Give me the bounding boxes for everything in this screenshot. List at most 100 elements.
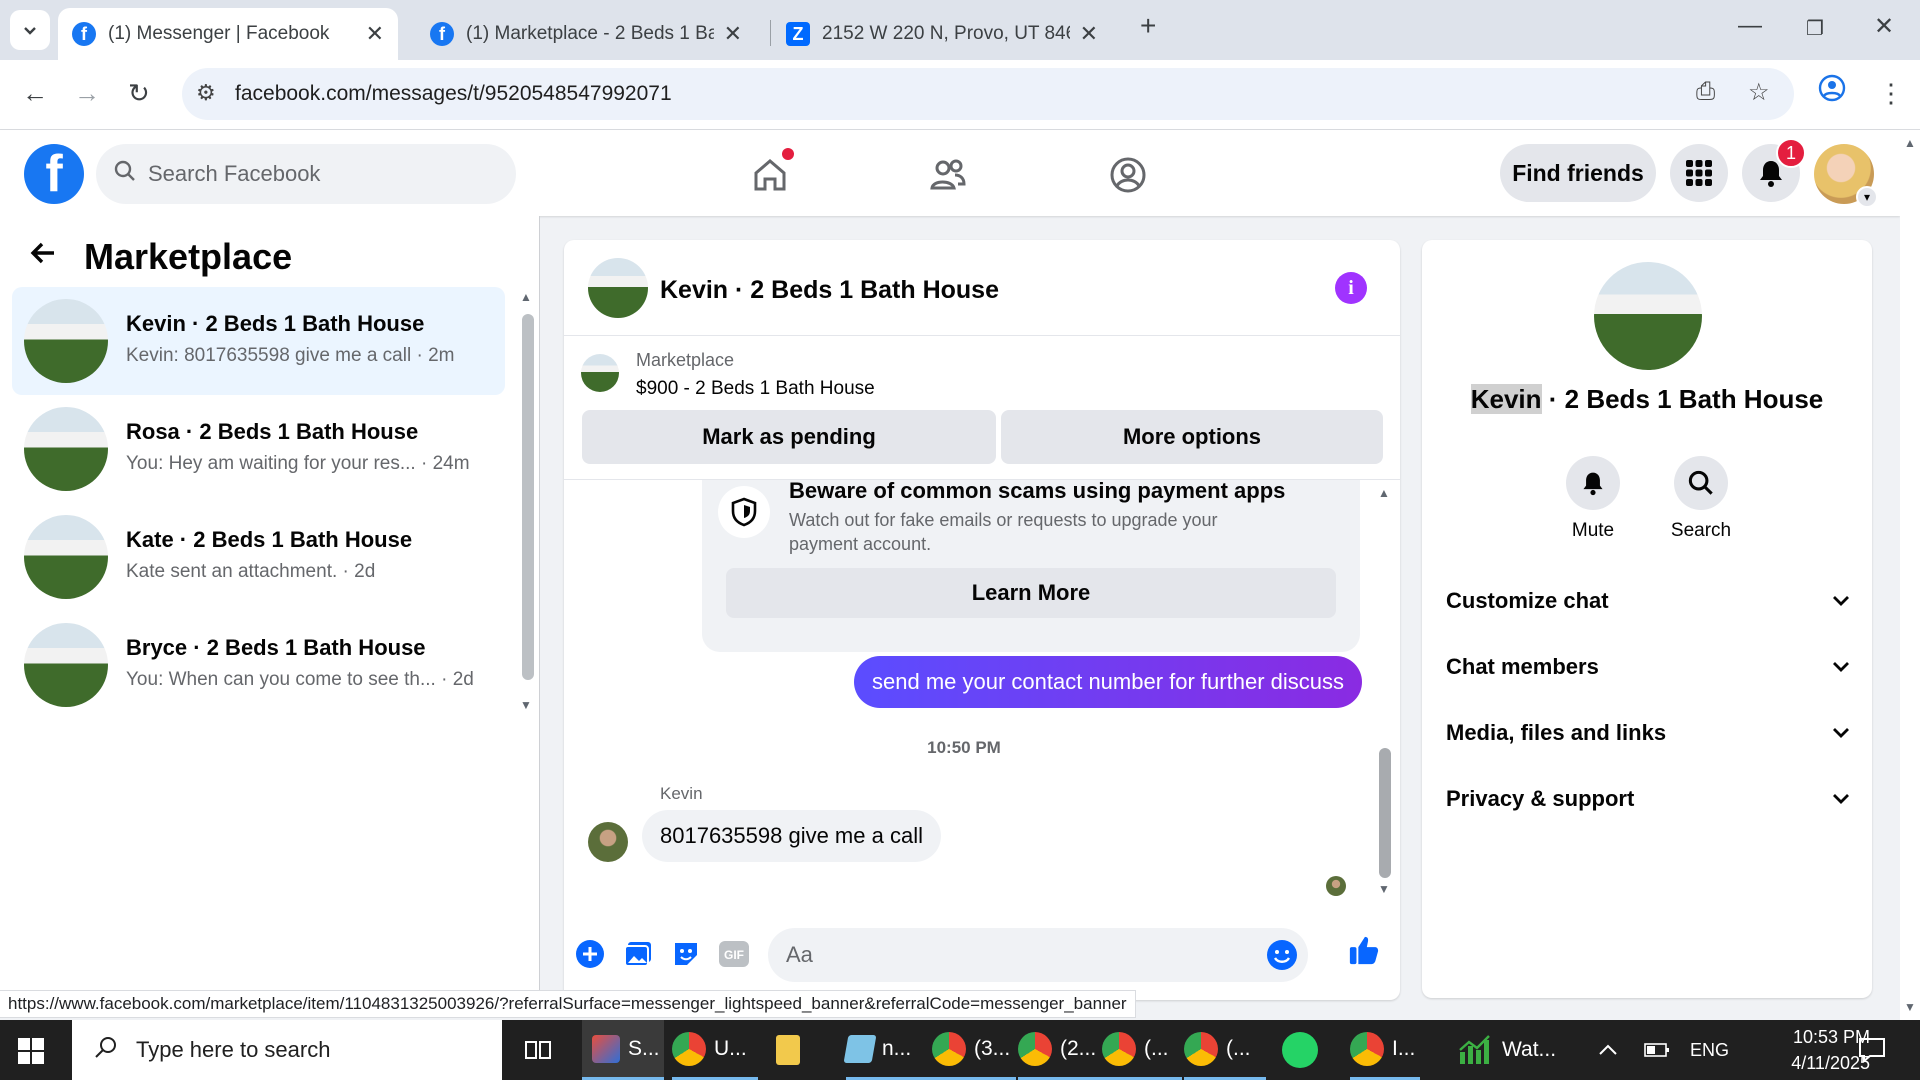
site-info-icon[interactable]: ⚙ <box>196 80 216 106</box>
scroll-up-icon[interactable]: ▲ <box>1904 136 1916 150</box>
close-tab-icon[interactable]: ✕ <box>724 21 742 47</box>
plus-circle-icon[interactable] <box>574 938 606 970</box>
learn-more-button[interactable]: Learn More <box>726 568 1336 618</box>
listing-thumbnail[interactable] <box>581 354 619 392</box>
gif-icon[interactable]: GIF <box>718 938 750 970</box>
scroll-up-icon[interactable]: ▲ <box>520 290 532 304</box>
info-icon[interactable]: i <box>1335 272 1367 304</box>
taskbar-app-chrome-gmail[interactable]: U... <box>672 1020 758 1080</box>
back-arrow-icon[interactable] <box>28 238 58 276</box>
task-view-icon[interactable] <box>524 1020 552 1080</box>
profile-nav-icon[interactable] <box>1098 150 1158 200</box>
chat-members-section[interactable]: Chat members <box>1446 640 1850 694</box>
taskbar-app-chrome-4[interactable]: (... <box>1184 1020 1266 1080</box>
mute-button[interactable]: Mute <box>1548 456 1638 542</box>
close-window-icon[interactable]: ✕ <box>1874 12 1894 41</box>
new-tab-icon[interactable]: + <box>1140 10 1156 42</box>
conversation-item[interactable]: Rosa · 2 Beds 1 Bath House You: Hey am w… <box>12 395 505 503</box>
tab-title: (1) Messenger | Facebook <box>108 23 330 44</box>
tab-marketplace[interactable]: f (1) Marketplace - 2 Beds 1 Bath ✕ <box>416 8 756 60</box>
taskbar-app-notes[interactable]: n... <box>843 1020 932 1080</box>
scroll-down-icon[interactable]: ▼ <box>1904 1000 1916 1014</box>
close-tab-icon[interactable]: ✕ <box>1080 21 1098 47</box>
conversation-item[interactable]: Kate · 2 Beds 1 Bath House Kate sent an … <box>12 503 505 611</box>
back-arrow-icon[interactable]: ← <box>22 78 48 109</box>
taskbar-app-chrome-1[interactable]: (3... <box>932 1020 1016 1080</box>
bell-icon <box>1566 456 1620 510</box>
facebook-logo-icon[interactable]: f <box>24 144 84 204</box>
sticker-icon[interactable] <box>670 938 702 970</box>
bookmark-star-icon[interactable]: ☆ <box>1748 78 1770 107</box>
emoji-icon[interactable] <box>1266 939 1298 977</box>
profile-icon[interactable] <box>1818 74 1846 109</box>
taskbar-app-chrome-3[interactable]: (... <box>1102 1020 1182 1080</box>
chat-details-avatar[interactable] <box>1594 262 1702 370</box>
notification-center-icon[interactable] <box>1858 1020 1886 1080</box>
seen-receipt-avatar <box>1326 876 1346 896</box>
browser-menu-icon[interactable]: ⋮ <box>1878 78 1904 109</box>
address-bar[interactable]: ⚙ facebook.com/messages/t/95205485479920… <box>182 68 1794 120</box>
link-status-bubble: https://www.facebook.com/marketplace/ite… <box>0 990 1136 1018</box>
taskbar-app-chrome-2[interactable]: (2... <box>1018 1020 1102 1080</box>
app-label: n... <box>882 1036 912 1060</box>
message-thread: Beware of common scams using payment app… <box>564 478 1400 908</box>
whatsapp-icon[interactable] <box>1282 1020 1326 1080</box>
media-files-links-section[interactable]: Media, files and links <box>1446 706 1850 760</box>
find-friends-button[interactable]: Find friends <box>1500 144 1656 202</box>
notifications-bell-button[interactable]: 1 <box>1742 138 1806 202</box>
taskbar-app-snipping[interactable]: S... <box>582 1020 664 1080</box>
tab-search-button[interactable] <box>10 10 50 50</box>
chat-title[interactable]: Kevin · 2 Beds 1 Bath House <box>660 276 999 305</box>
windows-start-icon[interactable] <box>18 1038 44 1064</box>
chevron-down-icon <box>24 27 36 35</box>
reload-icon[interactable]: ↻ <box>128 78 150 109</box>
install-app-icon[interactable]: ⎙ <box>1696 78 1715 106</box>
account-avatar[interactable]: ▾ <box>1814 144 1878 208</box>
menu-grid-icon[interactable] <box>1670 144 1728 202</box>
show-hidden-icons-chevron[interactable] <box>1598 1020 1618 1080</box>
scroll-up-icon[interactable]: ▲ <box>1378 486 1390 500</box>
taskbar-app-stocks[interactable]: Wat... <box>1458 1020 1556 1080</box>
mark-as-pending-button[interactable]: Mark as pending <box>582 410 996 464</box>
facebook-search-input[interactable]: Search Facebook <box>96 144 516 204</box>
home-nav-icon[interactable] <box>740 148 800 200</box>
sender-avatar[interactable] <box>588 822 628 862</box>
language-indicator[interactable]: ENG <box>1690 1020 1729 1080</box>
close-tab-icon[interactable]: ✕ <box>366 21 384 47</box>
photo-icon[interactable] <box>622 938 654 970</box>
thumbs-up-icon[interactable] <box>1348 934 1380 966</box>
page-scrollbar[interactable]: ▲ ▼ <box>1900 130 1920 1020</box>
message-text: 8017635598 give me a call <box>660 823 923 848</box>
conversation-item[interactable]: Kevin · 2 Beds 1 Bath House Kevin: 80176… <box>12 287 505 395</box>
chat-scrollbar[interactable] <box>1379 748 1391 878</box>
incoming-message[interactable]: 8017635598 give me a call <box>642 810 941 862</box>
taskbar-clock[interactable]: 10:53 PM 4/11/2025 <box>1740 1024 1870 1076</box>
more-options-button[interactable]: More options <box>1001 410 1383 464</box>
message-input[interactable]: Aa <box>768 928 1308 982</box>
privacy-support-section[interactable]: Privacy & support <box>1446 772 1850 826</box>
outgoing-message[interactable]: send me your contact number for further … <box>854 656 1362 708</box>
scroll-down-icon[interactable]: ▼ <box>520 698 532 712</box>
find-friends-label: Find friends <box>1512 159 1644 186</box>
search-in-chat-button[interactable]: Search <box>1656 456 1746 542</box>
conversation-name: Kate · 2 Beds 1 Bath House <box>126 527 413 552</box>
customize-chat-section[interactable]: Customize chat <box>1446 574 1850 628</box>
file-explorer-icon[interactable] <box>776 1020 808 1080</box>
listing-title[interactable]: $900 - 2 Beds 1 Bath House <box>636 378 875 400</box>
tab-messenger[interactable]: f (1) Messenger | Facebook ✕ <box>58 8 398 60</box>
url-text[interactable]: facebook.com/messages/t/9520548547992071 <box>235 82 672 106</box>
restore-icon[interactable]: ❐ <box>1806 16 1824 41</box>
taskbar-search-input[interactable]: Type here to search <box>72 1020 502 1080</box>
minimize-icon[interactable]: — <box>1738 12 1762 40</box>
forward-arrow-icon[interactable]: → <box>74 78 100 109</box>
chat-avatar[interactable] <box>588 258 648 318</box>
language-label: ENG <box>1690 1039 1730 1060</box>
taskbar-app-chrome-5[interactable]: I... <box>1350 1020 1420 1080</box>
scroll-down-icon[interactable]: ▼ <box>1378 882 1390 896</box>
battery-icon[interactable] <box>1644 1020 1670 1080</box>
conversation-item[interactable]: Bryce · 2 Beds 1 Bath House You: When ca… <box>12 611 505 719</box>
tab-zillow[interactable]: Z 2152 W 220 N, Provo, UT 84601 ✕ <box>772 8 1112 60</box>
friends-nav-icon[interactable] <box>918 150 978 200</box>
list-scrollbar[interactable] <box>522 314 534 680</box>
search-label: Search <box>1670 520 1732 541</box>
